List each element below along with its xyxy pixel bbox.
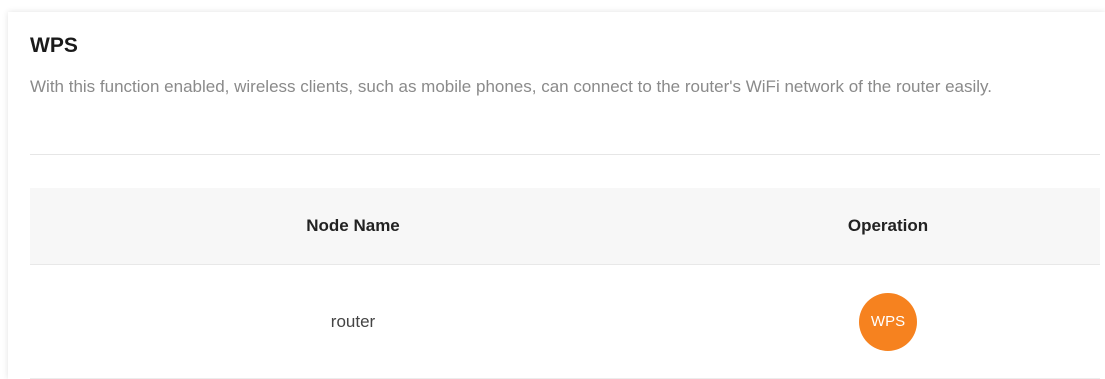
table-row: router WPS: [30, 265, 1100, 379]
operation-cell: WPS: [676, 292, 1100, 351]
wps-button[interactable]: WPS: [859, 292, 917, 351]
wps-panel: WPS With this function enabled, wireless…: [8, 12, 1105, 379]
divider: [30, 154, 1100, 155]
column-header-node-name: Node Name: [306, 216, 400, 235]
node-name-cell: router: [330, 311, 376, 331]
column-header-operation: Operation: [847, 216, 929, 235]
section-title: WPS: [30, 34, 78, 57]
table-header: Node Name Operation: [30, 188, 1100, 265]
node-table: Node Name Operation router WPS: [30, 188, 1100, 379]
section-description: With this function enabled, wireless cli…: [30, 77, 993, 96]
